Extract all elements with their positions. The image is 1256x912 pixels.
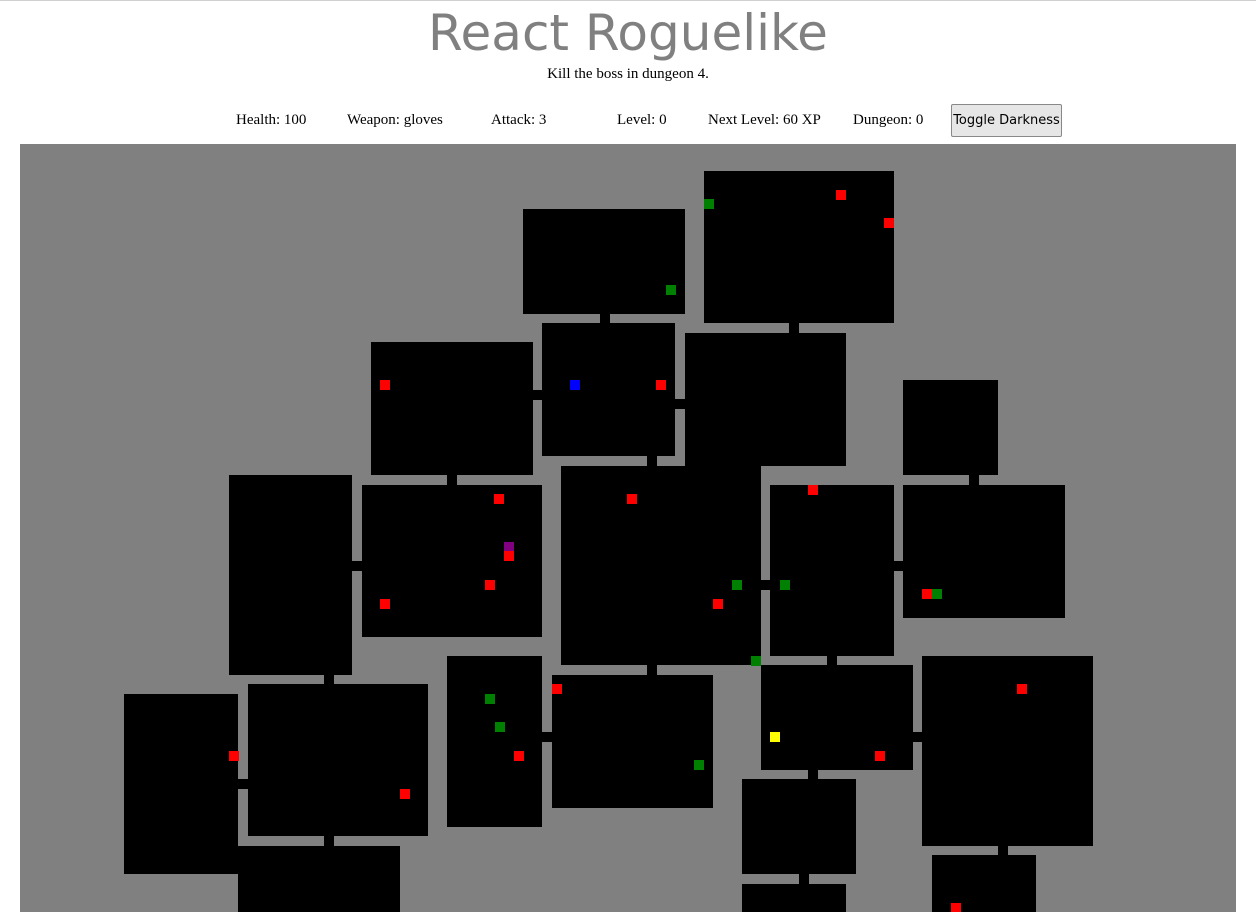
dungeon-room [229, 475, 352, 675]
corridor [998, 846, 1008, 855]
top-border [0, 0, 1256, 1]
enemy-marker [627, 494, 637, 504]
dungeon-room [770, 485, 894, 656]
corridor [827, 656, 837, 665]
weapon-item [770, 732, 780, 742]
dungeon-room [704, 171, 894, 323]
corridor [238, 779, 248, 789]
health-stat: Health: 100 [236, 112, 307, 128]
enemy-marker [884, 218, 894, 228]
enemy-marker [485, 580, 495, 590]
enemy-marker [552, 684, 562, 694]
corridor [647, 456, 657, 466]
corridor [533, 390, 542, 400]
weapon-stat: Weapon: gloves [347, 112, 443, 128]
enemy-marker [229, 751, 239, 761]
enemy-marker [875, 751, 885, 761]
enemy-marker [494, 494, 504, 504]
health-item [932, 589, 942, 599]
enemy-marker [380, 599, 390, 609]
attack-stat: Attack: 3 [491, 112, 547, 128]
dungeon-room [922, 656, 1093, 846]
enemy-marker [951, 903, 961, 912]
enemy-marker [380, 380, 390, 390]
health-item [485, 694, 495, 704]
corridor [600, 314, 610, 323]
dungeon-room [903, 380, 998, 475]
health-item [780, 580, 790, 590]
dungeon-room [552, 675, 713, 808]
game-objective: Kill the boss in dungeon 4. [547, 66, 709, 82]
dungeon-room [761, 665, 913, 770]
enemy-marker [1017, 684, 1027, 694]
corridor [808, 770, 818, 779]
corridor [761, 580, 770, 590]
health-item [495, 722, 505, 732]
enemy-marker [656, 380, 666, 390]
dungeon-room [447, 656, 542, 827]
corridor [352, 561, 362, 571]
health-item [694, 760, 704, 770]
dungeon-room [932, 855, 1036, 912]
dungeon-map [20, 144, 1236, 912]
corridor [894, 561, 903, 571]
corridor [324, 836, 334, 846]
health-item [751, 656, 761, 666]
corridor [542, 732, 552, 742]
corridor [324, 675, 334, 684]
enemy-marker [922, 589, 932, 599]
corridor [969, 475, 979, 485]
dungeon-room [523, 209, 685, 314]
level-stat: Level: 0 [617, 112, 667, 128]
dungeon-room [742, 779, 856, 874]
dungeon-room [124, 694, 238, 874]
dungeon-room [371, 342, 533, 475]
player-marker [570, 380, 580, 390]
corridor [789, 323, 799, 333]
dungeon-stat: Dungeon: 0 [853, 112, 924, 128]
enemy-marker [713, 599, 723, 609]
enemy-marker [504, 551, 514, 561]
next-level-stat: Next Level: 60 XP [708, 112, 821, 128]
corridor [799, 874, 809, 884]
dungeon-room [685, 333, 846, 466]
corridor [447, 475, 457, 485]
corridor [675, 399, 685, 409]
corridor [913, 732, 922, 742]
health-item [732, 580, 742, 590]
toggle-darkness-button[interactable]: Toggle Darkness [951, 104, 1062, 137]
dungeon-room [742, 884, 846, 912]
enemy-marker [514, 751, 524, 761]
dungeon-room [362, 485, 542, 637]
dungeon-room [238, 846, 400, 912]
enemy-marker [836, 190, 846, 200]
dungeon-room [561, 466, 761, 665]
health-item [666, 285, 676, 295]
enemy-marker [808, 485, 818, 495]
dungeon-room [248, 684, 428, 836]
enemy-marker [400, 789, 410, 799]
corridor [647, 665, 657, 675]
page-title: React Roguelike [428, 4, 828, 62]
health-item [704, 199, 714, 209]
